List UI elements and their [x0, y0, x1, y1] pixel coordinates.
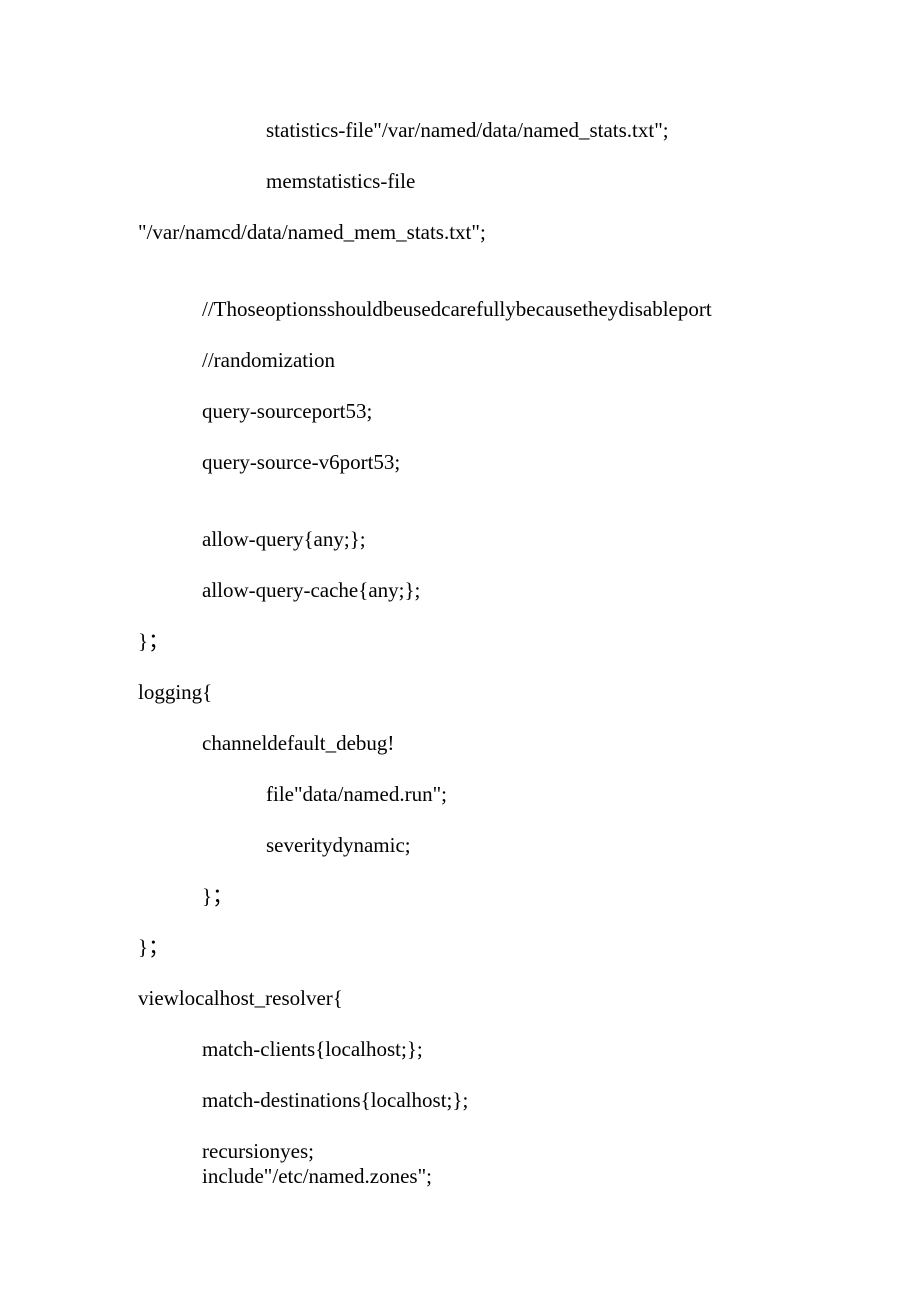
- code-line: channeldefault_debug!: [138, 733, 860, 754]
- code-line: severitydynamic;: [138, 835, 860, 856]
- code-line: file"data/named.run";: [138, 784, 860, 805]
- code-line: allow-query-cache{any;};: [138, 580, 860, 601]
- code-line: match-clients{localhost;};: [138, 1039, 860, 1060]
- code-line: statistics-file"/var/named/data/named_st…: [138, 120, 860, 141]
- code-line: include"/etc/named.zones";: [138, 1166, 860, 1187]
- code-line: logging{: [138, 682, 860, 703]
- code-line: query-source-v6port53;: [138, 452, 860, 473]
- code-line: query-sourceport53;: [138, 401, 860, 422]
- code-line: "/var/namcd/data/named_mem_stats.txt";: [138, 222, 860, 243]
- code-line: //randomization: [138, 350, 860, 371]
- code-line: match-destinations{localhost;};: [138, 1090, 860, 1111]
- code-line: recursionyes;: [138, 1141, 860, 1162]
- code-line: memstatistics-file: [138, 171, 860, 192]
- code-line: //Thoseoptionsshouldbeusedcarefullybecau…: [138, 299, 860, 320]
- code-line: viewlocalhost_resolver{: [138, 988, 860, 1009]
- code-line: }；: [138, 886, 860, 907]
- code-line: allow-query{any;};: [138, 529, 860, 550]
- code-document: statistics-file"/var/named/data/named_st…: [138, 120, 860, 1187]
- code-line: }；: [138, 937, 860, 958]
- code-line: }；: [138, 631, 860, 652]
